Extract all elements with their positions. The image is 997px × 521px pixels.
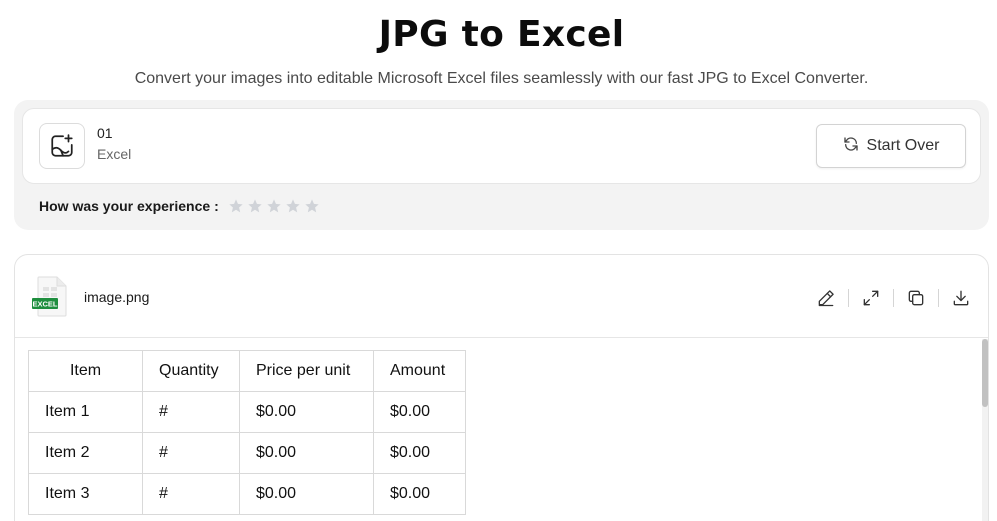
star-icon[interactable] — [265, 196, 284, 215]
table-cell[interactable]: # — [142, 473, 240, 515]
copy-icon[interactable] — [903, 285, 929, 311]
page-title: JPG to Excel — [378, 14, 625, 55]
excel-file-icon: EXCEL — [32, 276, 67, 317]
table-cell[interactable]: $0.00 — [373, 391, 466, 433]
table-row: Item 3 # $0.00 $0.00 — [28, 473, 466, 515]
star-icon[interactable] — [303, 196, 322, 215]
preview-header: EXCEL image.png — [15, 255, 988, 338]
file-format: Excel — [97, 146, 132, 162]
refresh-icon — [843, 136, 859, 157]
action-divider — [938, 289, 939, 307]
star-icon[interactable] — [227, 196, 246, 215]
excel-badge-text: EXCEL — [32, 300, 57, 309]
start-over-label: Start Over — [866, 137, 940, 154]
table-cell[interactable]: $0.00 — [239, 391, 374, 433]
preview-actions — [813, 285, 974, 311]
table-header-cell[interactable]: Price per unit — [239, 350, 374, 392]
table-header-cell[interactable]: Quantity — [142, 350, 240, 392]
start-over-button[interactable]: Start Over — [816, 124, 966, 168]
rating-row: How was your experience : — [39, 196, 322, 215]
star-icon[interactable] — [246, 196, 265, 215]
table-row: Item 1 # $0.00 $0.00 — [28, 391, 466, 433]
table-cell[interactable]: # — [142, 432, 240, 474]
table-cell[interactable]: # — [142, 391, 240, 433]
table-cell[interactable]: $0.00 — [239, 432, 374, 474]
excel-table: Item Quantity Price per unit Amount Item… — [28, 350, 466, 515]
summary-panel: 01 Excel Start Over How was your experie… — [14, 100, 989, 230]
table-cell[interactable]: Item 1 — [28, 391, 143, 433]
action-divider — [893, 289, 894, 307]
table-cell[interactable]: $0.00 — [373, 432, 466, 474]
table-preview-area[interactable]: Item Quantity Price per unit Amount Item… — [15, 339, 985, 521]
rating-label: How was your experience : — [39, 197, 219, 214]
star-icon[interactable] — [284, 196, 303, 215]
table-row: Item 2 # $0.00 $0.00 — [28, 432, 466, 474]
result-preview-panel: EXCEL image.png Item Quantity Price per … — [14, 254, 989, 521]
conversion-summary-card: 01 Excel Start Over — [22, 108, 981, 184]
table-header-cell[interactable]: Amount — [373, 350, 466, 392]
table-header-row: Item Quantity Price per unit Amount — [28, 350, 466, 392]
download-icon[interactable] — [948, 285, 974, 311]
table-cell[interactable]: $0.00 — [239, 473, 374, 515]
expand-icon[interactable] — [858, 285, 884, 311]
scrollbar-thumb[interactable] — [982, 339, 988, 407]
table-cell[interactable]: Item 2 — [28, 432, 143, 474]
table-header-cell[interactable]: Item — [28, 350, 143, 392]
vertical-scrollbar[interactable] — [982, 339, 988, 521]
action-divider — [848, 289, 849, 307]
file-name: image.png — [84, 289, 150, 305]
image-plus-icon — [39, 123, 85, 169]
page-subtitle: Convert your images into editable Micros… — [134, 70, 869, 87]
table-cell[interactable]: $0.00 — [373, 473, 466, 515]
edit-icon[interactable] — [813, 285, 839, 311]
file-count: 01 — [97, 125, 113, 141]
table-cell[interactable]: Item 3 — [28, 473, 143, 515]
